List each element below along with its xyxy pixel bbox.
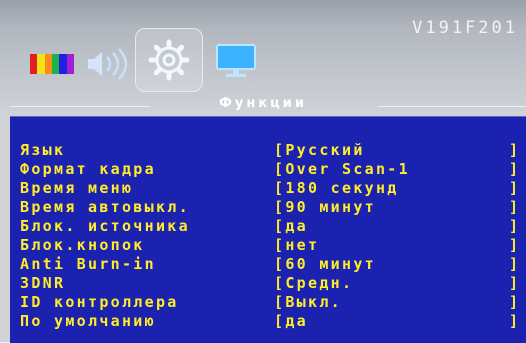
row-label: ID контроллера (20, 293, 179, 311)
row-label: По умолчанию (20, 312, 156, 330)
row-value: [Русский (274, 141, 365, 159)
tab-color[interactable] (28, 34, 76, 90)
menu-row-key-lock[interactable]: Блок.кнопок [нет ] (20, 236, 520, 254)
menu-row-controller-id[interactable]: ID контроллера [Выкл. ] (20, 293, 520, 311)
row-bracket: ] (508, 312, 518, 330)
menu-row-auto-off[interactable]: Время автовыкл. [90 минут ] (20, 198, 520, 216)
row-bracket: ] (508, 198, 518, 216)
row-value: [нет (274, 236, 320, 254)
tab-functions[interactable] (135, 28, 203, 92)
color-bars-icon (30, 54, 74, 74)
settings-panel: Язык [Русский ] Формат кадра [Over Scan-… (10, 116, 526, 343)
speaker-icon (88, 48, 128, 80)
row-bracket: ] (508, 274, 518, 292)
monitor-icon (216, 44, 256, 77)
row-bracket: ] (508, 141, 518, 159)
tab-audio[interactable] (82, 34, 130, 90)
osd-screen: V191F201 Функции Язык [Русский] Формат … (0, 0, 526, 343)
row-label: Блок. источника (20, 217, 190, 235)
row-label: Формат кадра (20, 160, 156, 178)
section-title: Функции (218, 96, 308, 111)
row-value: [60 минут (274, 255, 376, 273)
row-value: [180 секунд (274, 179, 399, 197)
menu-row-default[interactable]: По умолчанию [да ] (20, 312, 520, 330)
menu-row-menu-time[interactable]: Время меню [180 секунд ] (20, 179, 520, 197)
gear-icon (148, 39, 190, 81)
row-bracket: ] (508, 217, 518, 235)
row-label: Время меню (20, 179, 134, 197)
row-label: 3DNR (20, 274, 66, 292)
row-label: Anti Burn-in (20, 255, 156, 273)
row-value: [Средн. (274, 274, 354, 292)
row-value: [да (274, 312, 308, 330)
row-label: Время автовыкл. (20, 198, 190, 216)
row-bracket: ] (508, 236, 518, 254)
model-number: V191F201 (412, 18, 518, 38)
menu-row-source-lock[interactable]: Блок. источника [да ] (20, 217, 520, 235)
menu-row-aspect[interactable]: Формат кадра [Over Scan-1 ] (20, 160, 520, 178)
row-bracket: ] (508, 255, 518, 273)
menu-tab-bar (20, 28, 280, 94)
row-bracket: ] (508, 179, 518, 197)
row-bracket: ] (508, 293, 518, 311)
menu-row-3dnr[interactable]: 3DNR [Средн. ] (20, 274, 520, 292)
row-value: [Over Scan-1 (274, 160, 410, 178)
row-value: [Выкл. (274, 293, 342, 311)
row-label: Блок.кнопок (20, 236, 145, 254)
row-label: Язык (20, 141, 66, 159)
row-value: [да (274, 217, 308, 235)
menu-row-language[interactable]: Язык [Русский ] (20, 141, 520, 159)
row-value: [90 минут (274, 198, 376, 216)
menu-row-anti-burn-in[interactable]: Anti Burn-in [60 минут ] (20, 255, 520, 273)
row-bracket: ] (508, 160, 518, 178)
tab-display[interactable] (210, 34, 266, 90)
